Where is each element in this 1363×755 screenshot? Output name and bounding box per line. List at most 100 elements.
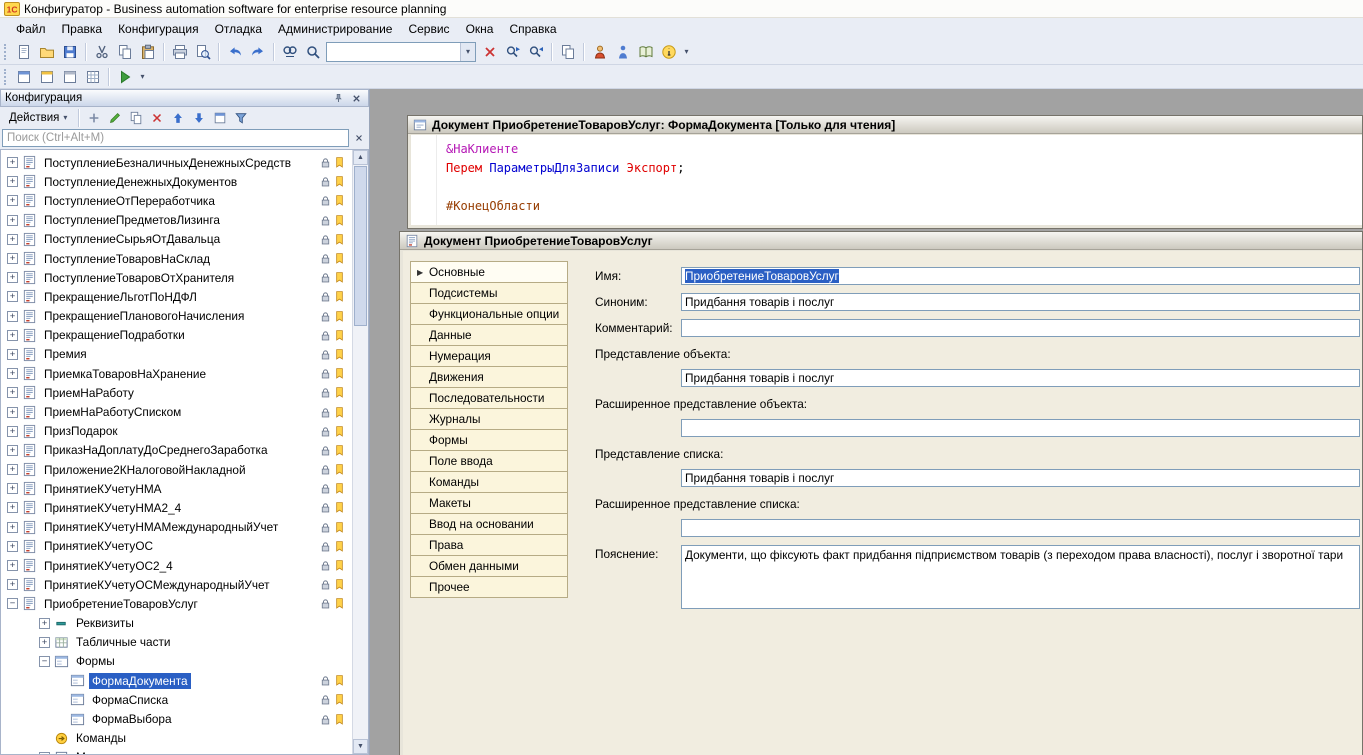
tree-item[interactable]: +ПоступлениеОтПереработчика xyxy=(1,191,352,210)
field-input[interactable] xyxy=(681,519,1360,537)
tree-item[interactable]: +ПоступлениеПредметовЛизинга xyxy=(1,211,352,230)
open-db-configuration-button[interactable] xyxy=(35,66,58,88)
tree-item[interactable]: +ПоступлениеТоваровОтХранителя xyxy=(1,268,352,287)
duplicate-button[interactable] xyxy=(125,108,146,127)
filter-button[interactable] xyxy=(230,108,251,127)
tree-item[interactable]: +ПрекращениеПлановогоНачисления xyxy=(1,307,352,326)
tree-item[interactable]: +ПринятиеКУчетуОС xyxy=(1,537,352,556)
tree-item[interactable]: +Макеты xyxy=(1,748,352,754)
syntax-check-button[interactable] xyxy=(611,41,634,63)
cut-button[interactable] xyxy=(90,41,113,63)
add-button[interactable] xyxy=(83,108,104,127)
expander-icon[interactable]: + xyxy=(39,618,50,629)
expander-icon[interactable]: + xyxy=(39,752,50,754)
global-search-button[interactable] xyxy=(301,41,324,63)
tree-item[interactable]: +ПриемНаРаботуСписком xyxy=(1,402,352,421)
field-input[interactable] xyxy=(681,469,1360,487)
tree-scrollbar[interactable]: ▲ ▼ xyxy=(352,150,368,754)
collapser-icon[interactable]: − xyxy=(39,656,50,667)
props-tab[interactable]: ▶Формы xyxy=(410,429,568,451)
module-editor-titlebar[interactable]: Документ ПриобретениеТоваровУслуг: Форма… xyxy=(408,116,1362,134)
tree-item[interactable]: +ПринятиеКУчетуОСМеждународныйУчет xyxy=(1,575,352,594)
edit-button[interactable] xyxy=(104,108,125,127)
about-button[interactable] xyxy=(657,41,680,63)
open-button[interactable] xyxy=(35,41,58,63)
move-down-button[interactable] xyxy=(188,108,209,127)
tree-item[interactable]: +ПоступлениеДенежныхДокументов xyxy=(1,172,352,191)
move-up-button[interactable] xyxy=(167,108,188,127)
field-input[interactable] xyxy=(681,369,1360,387)
tree-item[interactable]: +Приложение2КНалоговойНакладной xyxy=(1,460,352,479)
expander-icon[interactable]: + xyxy=(7,291,18,302)
expander-icon[interactable]: + xyxy=(7,272,18,283)
paste-button[interactable] xyxy=(136,41,159,63)
actions-button[interactable]: Действия ▾ xyxy=(2,109,74,127)
tree-item[interactable]: +Реквизиты xyxy=(1,614,352,633)
redo-button[interactable] xyxy=(246,41,269,63)
expander-icon[interactable]: + xyxy=(7,522,18,533)
object-properties-titlebar[interactable]: Документ ПриобретениеТоваровУслуг xyxy=(400,232,1362,250)
toolbar-options-button[interactable]: ▾ xyxy=(680,41,693,63)
undo-button[interactable] xyxy=(223,41,246,63)
props-tab[interactable]: ▶Обмен данными xyxy=(410,555,568,577)
save-button[interactable] xyxy=(58,41,81,63)
expander-icon[interactable]: + xyxy=(7,426,18,437)
menu-2[interactable]: Правка xyxy=(54,19,111,39)
tree-item[interactable]: +ПриемНаРаботу xyxy=(1,383,352,402)
tree-item[interactable]: +ПоступлениеБезналичныхДенежныхСредств xyxy=(1,153,352,172)
expander-icon[interactable]: + xyxy=(7,176,18,187)
tree-item[interactable]: +ПрекращениеПодработки xyxy=(1,326,352,345)
scroll-thumb[interactable] xyxy=(354,166,367,326)
tree-item[interactable]: Команды xyxy=(1,729,352,748)
expander-icon[interactable]: + xyxy=(7,349,18,360)
combo-dropdown-icon[interactable]: ▾ xyxy=(460,43,475,61)
tree-item[interactable]: +ПринятиеКУчетуНМА2_4 xyxy=(1,498,352,517)
tree-item[interactable]: −ПриобретениеТоваровУслуг xyxy=(1,594,352,613)
find-next-button[interactable] xyxy=(501,41,524,63)
expander-icon[interactable]: + xyxy=(7,253,18,264)
tree-item[interactable]: ФормаВыбора xyxy=(1,709,352,728)
search-input[interactable] xyxy=(2,129,349,147)
additional-button[interactable] xyxy=(209,108,230,127)
search-combo-input[interactable] xyxy=(327,44,460,60)
props-tab[interactable]: ▶Данные xyxy=(410,324,568,346)
props-tab[interactable]: ▶Основные xyxy=(410,261,568,283)
props-tab[interactable]: ▶Команды xyxy=(410,471,568,493)
field-input[interactable] xyxy=(681,419,1360,437)
props-tab[interactable]: ▶Журналы xyxy=(410,408,568,430)
scroll-up-button[interactable]: ▲ xyxy=(353,150,368,165)
delete-button[interactable] xyxy=(146,108,167,127)
expander-icon[interactable]: + xyxy=(7,579,18,590)
table-view-button[interactable] xyxy=(81,66,104,88)
check-configuration-button[interactable] xyxy=(588,41,611,63)
search-clear-button[interactable] xyxy=(350,130,367,147)
toolbar-grip[interactable] xyxy=(4,44,8,60)
print-preview-button[interactable] xyxy=(191,41,214,63)
tree-item[interactable]: +ПринятиеКУчетуОС2_4 xyxy=(1,556,352,575)
tree-item[interactable]: +ПринятиеКУчетуНМА xyxy=(1,479,352,498)
field-input[interactable]: ПриобретениеТоваровУслуг xyxy=(681,267,1360,285)
menu-4[interactable]: Отладка xyxy=(207,19,270,39)
find-previous-button[interactable] xyxy=(524,41,547,63)
new-document-button[interactable] xyxy=(12,41,35,63)
expander-icon[interactable]: + xyxy=(7,445,18,456)
expander-icon[interactable]: + xyxy=(7,502,18,513)
field-input[interactable] xyxy=(681,293,1360,311)
open-configuration-button[interactable] xyxy=(12,66,35,88)
scroll-down-button[interactable]: ▼ xyxy=(353,739,368,754)
templates-button[interactable] xyxy=(556,41,579,63)
field-textarea[interactable]: Документи, що фіксують факт придбання пі… xyxy=(681,545,1360,609)
copy-button[interactable] xyxy=(113,41,136,63)
expander-icon[interactable]: + xyxy=(7,464,18,475)
menu-3[interactable]: Конфигурация xyxy=(110,19,207,39)
expander-icon[interactable]: + xyxy=(7,195,18,206)
expander-icon[interactable]: + xyxy=(39,637,50,648)
menu-6[interactable]: Сервис xyxy=(400,19,457,39)
toolbar-grip[interactable] xyxy=(4,69,8,85)
expander-icon[interactable]: + xyxy=(7,234,18,245)
tree-item[interactable]: +Премия xyxy=(1,345,352,364)
expander-icon[interactable]: + xyxy=(7,215,18,226)
menu-1[interactable]: Файл xyxy=(8,19,54,39)
expander-icon[interactable]: + xyxy=(7,368,18,379)
expander-icon[interactable]: + xyxy=(7,387,18,398)
